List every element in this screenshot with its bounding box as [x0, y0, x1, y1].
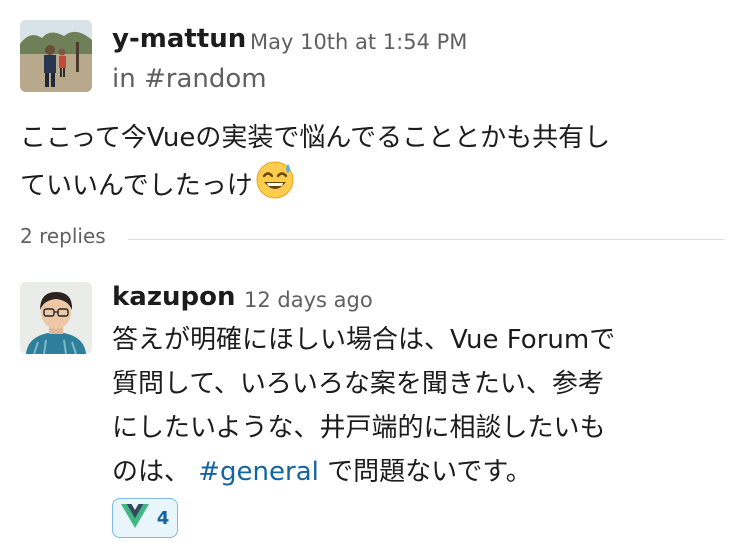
- message-body-line-2: ていいんでしたっけ: [20, 160, 610, 214]
- avatar-photo: [20, 282, 92, 354]
- reply-timestamp[interactable]: 12 days ago: [244, 288, 373, 312]
- reply-body: 答えが明確にほしい場合は、Vue Forumで 質問して、いろいろな案を聞きたい…: [112, 318, 615, 494]
- message-body-line-2-text: ていいんでしたっけ: [20, 171, 253, 201]
- vue-logo-icon: [120, 504, 149, 532]
- sweat-smile-emoji-icon: [255, 160, 295, 214]
- message-body: ここって今Vueの実装で悩んでることとかも共有し ていいんでしたっけ: [20, 116, 610, 214]
- reply-body-line-1: 答えが明確にほしい場合は、Vue Forumで: [112, 325, 616, 355]
- divider-line: [128, 239, 724, 240]
- reaction-count: 4: [156, 507, 170, 529]
- reply-body-line-2: 質問して、いろいろな案を聞きたい、参考: [112, 369, 604, 399]
- avatar-photo: [20, 20, 92, 92]
- reply-body-line-4-after: で問題ないです。: [318, 457, 532, 487]
- reaction-button-vue[interactable]: 4: [112, 498, 178, 538]
- reply-author-name[interactable]: kazupon: [112, 282, 235, 312]
- message-body-line-1: ここって今Vueの実装で悩んでることとかも共有し: [20, 123, 611, 153]
- thread-replies-divider: 2 replies: [20, 224, 724, 252]
- avatar-kazupon[interactable]: [20, 282, 92, 354]
- message-author-name[interactable]: y-mattun: [112, 24, 246, 54]
- reply-body-line-3: にしたいような、井戸端的に相談したいも: [112, 413, 606, 443]
- reply-body-line-4: のは、 #general で問題ないです。: [112, 450, 615, 494]
- avatar-y-mattun[interactable]: [20, 20, 92, 92]
- message-timestamp[interactable]: May 10th at 1:54 PM: [250, 30, 467, 54]
- reply-body-line-4-before: のは、: [112, 457, 199, 487]
- channel-link-general[interactable]: #general: [198, 457, 319, 487]
- message-channel-label[interactable]: in #random: [112, 64, 267, 94]
- replies-count-label[interactable]: 2 replies: [20, 224, 106, 248]
